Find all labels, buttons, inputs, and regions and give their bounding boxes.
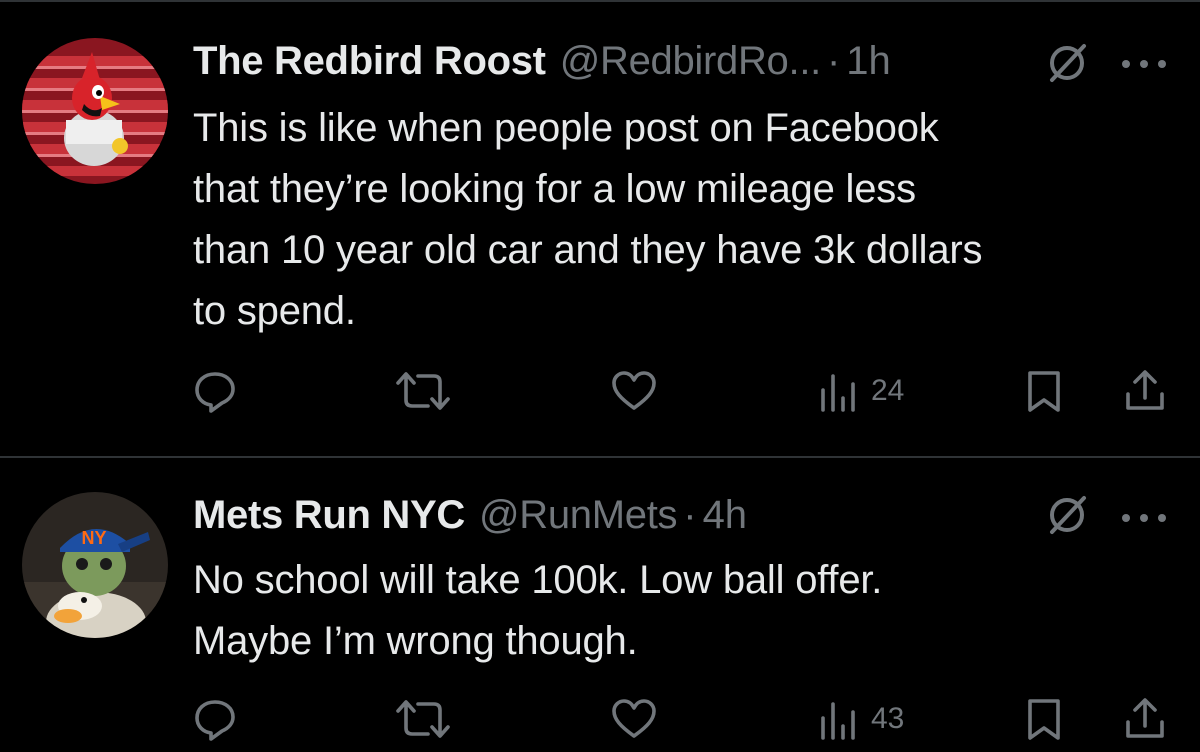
tweet-text-line: than 10 year old car and they have 3k do… [193, 228, 983, 272]
heart-icon [612, 699, 656, 738]
tweet-text-line: to spend. [193, 289, 356, 333]
grok-icon[interactable] [1044, 492, 1090, 538]
bookmark-icon [1028, 371, 1060, 412]
retweet-icon [396, 700, 450, 738]
separator-dot: · [683, 492, 697, 537]
views-icon [821, 702, 855, 740]
reply-button[interactable] [192, 694, 238, 744]
share-icon [1126, 370, 1164, 410]
action-bar: 43 [0, 694, 1200, 744]
action-bar: 24 [0, 366, 1200, 416]
more-icon[interactable] [1116, 54, 1172, 74]
author-name[interactable]: Mets Run NYC [193, 493, 465, 538]
more-icon[interactable] [1116, 508, 1172, 528]
bookmark-button[interactable] [1024, 366, 1064, 416]
reply-icon [195, 372, 235, 413]
tweet-header: The Redbird Roost @RedbirdRo... · 1h [193, 36, 891, 86]
bookmark-button[interactable] [1024, 694, 1064, 744]
retweet-icon [396, 372, 450, 410]
bookmark-icon [1028, 699, 1060, 740]
author-handle[interactable]: @RunMets [479, 493, 678, 538]
tweet[interactable]: NY Mets Run NYC @RunMets · 4h No school … [0, 458, 1200, 752]
tweet-text-line: This is like when people post on Faceboo… [193, 106, 939, 150]
tweet-header: Mets Run NYC @RunMets · 4h [193, 490, 747, 540]
like-button[interactable] [610, 694, 658, 744]
tweet-text-line: No school will take 100k. Low ball offer… [193, 558, 883, 602]
views-icon [821, 374, 855, 412]
views-count: 43 [871, 702, 905, 735]
separator-dot: · [826, 38, 841, 83]
tweet-text-line: that they’re looking for a low mileage l… [193, 167, 916, 211]
avatar[interactable]: NY [22, 492, 168, 638]
avatar[interactable] [22, 38, 168, 184]
tweet-text-line: Maybe I’m wrong though. [193, 619, 638, 663]
cardinal-mascot-avatar-icon [22, 38, 168, 184]
reply-icon [195, 700, 235, 741]
retweet-button[interactable] [394, 366, 452, 416]
heart-icon [612, 371, 656, 410]
tweet[interactable]: The Redbird Roost @RedbirdRo... · 1h Thi… [0, 0, 1200, 456]
views-button[interactable]: 24 [817, 366, 904, 416]
tweet-text: This is like when people post on Faceboo… [193, 98, 1173, 342]
timestamp[interactable]: 1h [846, 39, 891, 84]
author-name[interactable]: The Redbird Roost [193, 39, 546, 84]
svg-text:NY: NY [81, 528, 106, 548]
like-button[interactable] [610, 366, 658, 416]
views-count: 24 [871, 374, 905, 407]
grok-icon[interactable] [1044, 40, 1090, 86]
author-handle[interactable]: @RedbirdRo... [560, 39, 822, 84]
reply-button[interactable] [192, 366, 238, 416]
share-button[interactable] [1122, 366, 1168, 416]
share-button[interactable] [1122, 694, 1168, 744]
retweet-button[interactable] [394, 694, 452, 744]
timestamp[interactable]: 4h [703, 493, 748, 538]
views-button[interactable]: 43 [817, 694, 904, 744]
tweet-text: No school will take 100k. Low ball offer… [193, 550, 1173, 672]
share-icon [1126, 698, 1164, 738]
green-creature-mets-cap-avatar-icon: NY [22, 492, 168, 638]
